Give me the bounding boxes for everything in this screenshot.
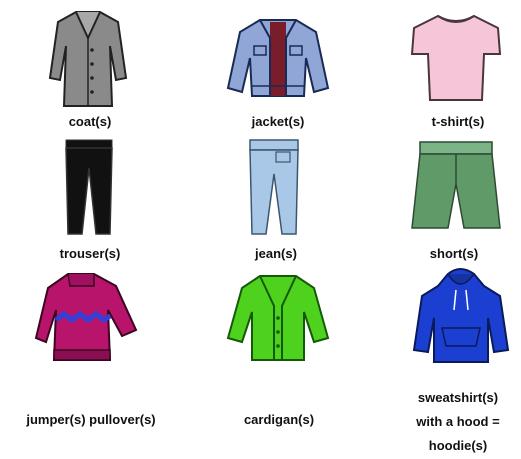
trousers-icon [64,138,114,236]
hoodie-label-line: hoodie(s) [428,438,488,453]
item-label: jacket(s) [251,114,305,129]
jacket-icon [226,16,330,98]
item-label: t-shirt(s) [431,114,485,129]
hoodie-label-line: sweatshirt(s) [417,390,499,405]
hoodie-icon [412,266,510,366]
tshirt-icon [408,12,504,104]
item-label: cardigan(s) [243,412,315,427]
item-label: trouser(s) [59,246,121,261]
shorts-icon [410,140,502,232]
hoodie-label: sweatshirt(s) with a hood = hoodie(s) [402,386,514,458]
item-label: coat(s) [68,114,112,129]
hoodie-label-line: with a hood = [416,414,500,429]
item-label: jean(s) [255,246,297,261]
item-label: jumper(s) pullover(s) [26,412,156,427]
jeans-icon [246,138,302,236]
cardigan-icon [226,272,330,364]
coat-icon [48,8,128,110]
item-label: short(s) [429,246,479,261]
jumper-icon [34,268,138,366]
